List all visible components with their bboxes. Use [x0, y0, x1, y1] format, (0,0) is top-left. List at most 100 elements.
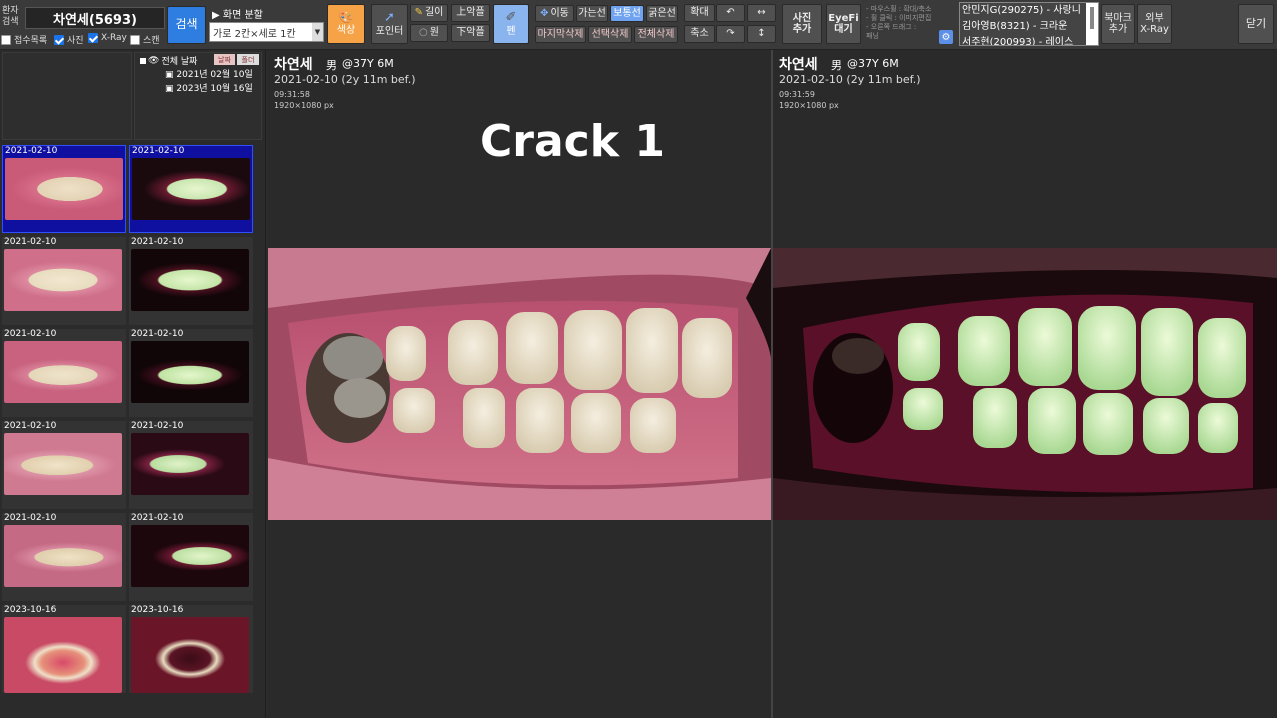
- hint-line: 패닝: [866, 32, 879, 40]
- tree-item-2023[interactable]: ▣ 2023년 10월 16일: [165, 81, 253, 94]
- bookmark-list[interactable]: 안민지G(290275) - 사랑니 김아영B(8321) - 크라운 서주현(…: [959, 2, 1099, 46]
- color-button[interactable]: 🎨 색상: [327, 4, 365, 44]
- occlusal-photo[interactable]: [4, 617, 122, 693]
- patient-name: 차연세: [779, 57, 818, 73]
- flip-vertical-icon[interactable]: ↕: [747, 25, 776, 43]
- intraoral-photo[interactable]: [4, 341, 122, 403]
- thumbnail-date: 2021-02-10: [4, 513, 57, 523]
- settings-gear-icon[interactable]: ⚙: [939, 30, 953, 44]
- occlusal-photo[interactable]: [131, 617, 249, 693]
- thumbnail[interactable]: 2023-10-16: [2, 605, 126, 693]
- intraoral-photo[interactable]: [5, 158, 123, 220]
- checkbox-scan[interactable]: 스캔: [130, 33, 160, 46]
- thumbnail[interactable]: 2021-02-10: [129, 145, 253, 233]
- move-button[interactable]: ✥ 이동: [535, 5, 574, 22]
- toolbar: 환자 검색 차연세(5693) 검색 접수목록 사진 X-Ray 스캔 ▶ 화면…: [0, 0, 1277, 50]
- photo-date: 2021-02-10 (2y 11m bef.): [779, 73, 921, 86]
- lower-arch-button[interactable]: 下악플: [451, 24, 490, 42]
- intraoral-photo[interactable]: [4, 433, 122, 495]
- photo-time: 09:31:59: [779, 90, 815, 99]
- checkbox-box[interactable]: [130, 34, 140, 45]
- chevron-down-icon[interactable]: ▼: [312, 23, 323, 41]
- thumbnail[interactable]: 2023-10-16: [129, 605, 253, 693]
- collapse-icon[interactable]: [140, 57, 146, 64]
- fluorescence-photo-main[interactable]: [773, 248, 1277, 520]
- fluorescence-photo[interactable]: [131, 341, 249, 403]
- viewer-left[interactable]: 차연세 男 @37Y 6M 2021-02-10 (2y 11m bef.) 0…: [268, 50, 771, 718]
- checkbox-label: 사진: [67, 36, 84, 46]
- add-photo-button[interactable]: 사진 추가: [782, 4, 822, 44]
- external-xray-button[interactable]: 외부 X-Ray: [1137, 4, 1172, 44]
- medium-line-button[interactable]: 보통선: [610, 5, 644, 22]
- eraser-icon: ✐: [505, 9, 517, 25]
- zoom-in-button[interactable]: 확대: [684, 4, 715, 22]
- thumbnail[interactable]: 2021-02-10: [2, 329, 126, 417]
- intraoral-photo[interactable]: [4, 525, 122, 587]
- patient-age: @37Y 6M: [847, 57, 899, 70]
- zoom-out-button[interactable]: 축소: [684, 25, 715, 43]
- checkbox-reception[interactable]: 접수목록: [1, 33, 47, 46]
- bookmark-item[interactable]: 안민지G(290275) - 사랑니: [960, 3, 1086, 19]
- rotate-left-icon[interactable]: ↶: [716, 4, 745, 22]
- bookmark-item[interactable]: 서주현(200993) - 레이스: [960, 35, 1086, 45]
- tree-root[interactable]: 👁 전체 날짜: [140, 54, 197, 67]
- checkbox-box[interactable]: [1, 34, 11, 45]
- eye-icon: 👁: [148, 55, 160, 66]
- checkbox-box[interactable]: [54, 34, 64, 45]
- hint-line: - 마우스휠 : 확대/축소: [866, 5, 932, 13]
- rotate-right-icon[interactable]: ↷: [716, 25, 745, 43]
- thumbnail[interactable]: 2021-02-10: [2, 513, 126, 601]
- checkbox-box[interactable]: [88, 33, 98, 43]
- length-button[interactable]: ✎ 길이: [410, 4, 448, 22]
- add-bookmark-button[interactable]: 북마크 추가: [1101, 4, 1135, 44]
- thumbnail[interactable]: 2021-02-10: [2, 237, 126, 325]
- bookmark-scrollbar[interactable]: [1087, 3, 1098, 45]
- move-button-label: 이동: [550, 7, 569, 19]
- thumbnail[interactable]: 2021-02-10: [129, 421, 253, 509]
- flip-horizontal-icon[interactable]: ↔: [747, 4, 776, 22]
- thumbnail[interactable]: 2021-02-10: [129, 329, 253, 417]
- pointer-button[interactable]: ➚ 포인터: [371, 4, 408, 44]
- tab-folder[interactable]: 폴더: [237, 54, 259, 65]
- fluorescence-photo[interactable]: [132, 158, 250, 220]
- checkbox-xray[interactable]: X-Ray: [88, 33, 127, 43]
- thumbnail[interactable]: 2021-02-10: [2, 421, 126, 509]
- thumbnail-date: 2021-02-10: [131, 237, 184, 247]
- fluorescence-photo[interactable]: [131, 433, 249, 495]
- close-button[interactable]: 닫기: [1238, 4, 1274, 44]
- patient-sex: 男: [831, 59, 842, 72]
- thumbnail-date: 2021-02-10: [4, 237, 57, 247]
- patient-sex: 男: [326, 59, 337, 72]
- mouse-hints: - 마우스휠 : 확대/축소 - 휠 클릭 : 이미지편집 - 오른쪽 드래그 …: [866, 5, 931, 41]
- delete-last-button[interactable]: 마지막삭제: [535, 26, 586, 43]
- thumbnail[interactable]: 2021-02-10: [129, 513, 253, 601]
- thumbnail[interactable]: 2021-02-10: [2, 145, 126, 233]
- thumbnail[interactable]: 2021-02-10: [129, 237, 253, 325]
- delete-all-button[interactable]: 전체삭제: [634, 26, 678, 43]
- scrollbar-thumb[interactable]: [1090, 7, 1094, 29]
- patient-search-input[interactable]: 차연세(5693): [25, 7, 165, 29]
- tab-date[interactable]: 날짜: [214, 54, 235, 65]
- thick-line-button[interactable]: 굵은선: [646, 5, 678, 22]
- delete-selected-button[interactable]: 선택삭제: [588, 26, 632, 43]
- checkbox-photo[interactable]: 사진: [54, 33, 84, 46]
- tree-item-2021[interactable]: ▣ 2021년 02월 10일: [165, 67, 253, 80]
- viewer-right[interactable]: 차연세 男 @37Y 6M 2021-02-10 (2y 11m bef.) 0…: [773, 50, 1277, 718]
- empty-preview-area: [2, 52, 132, 140]
- fluorescence-photo[interactable]: [131, 525, 249, 587]
- intraoral-photo-main[interactable]: [268, 248, 771, 520]
- upper-arch-button[interactable]: 上악플: [451, 4, 490, 22]
- split-select-value: 가로 2칸×세로 1칸: [213, 28, 296, 40]
- intraoral-photo[interactable]: [4, 249, 122, 311]
- thin-line-button[interactable]: 가는선: [576, 5, 608, 22]
- fluorescence-photo[interactable]: [131, 249, 249, 311]
- bookmark-item[interactable]: 김아영B(8321) - 크라운: [960, 19, 1086, 35]
- circle-icon: ○: [419, 27, 428, 39]
- eyefi-wait-button[interactable]: EyeFi 대기: [826, 4, 861, 44]
- photo-resolution: 1920×1080 px: [779, 101, 839, 110]
- pen-button[interactable]: ✐ 펜: [493, 4, 529, 44]
- move-icon: ✥: [540, 7, 549, 19]
- search-button[interactable]: 검색: [167, 6, 206, 44]
- circle-button[interactable]: ○ 원: [410, 24, 448, 42]
- split-select[interactable]: 가로 2칸×세로 1칸 ▼: [209, 22, 324, 42]
